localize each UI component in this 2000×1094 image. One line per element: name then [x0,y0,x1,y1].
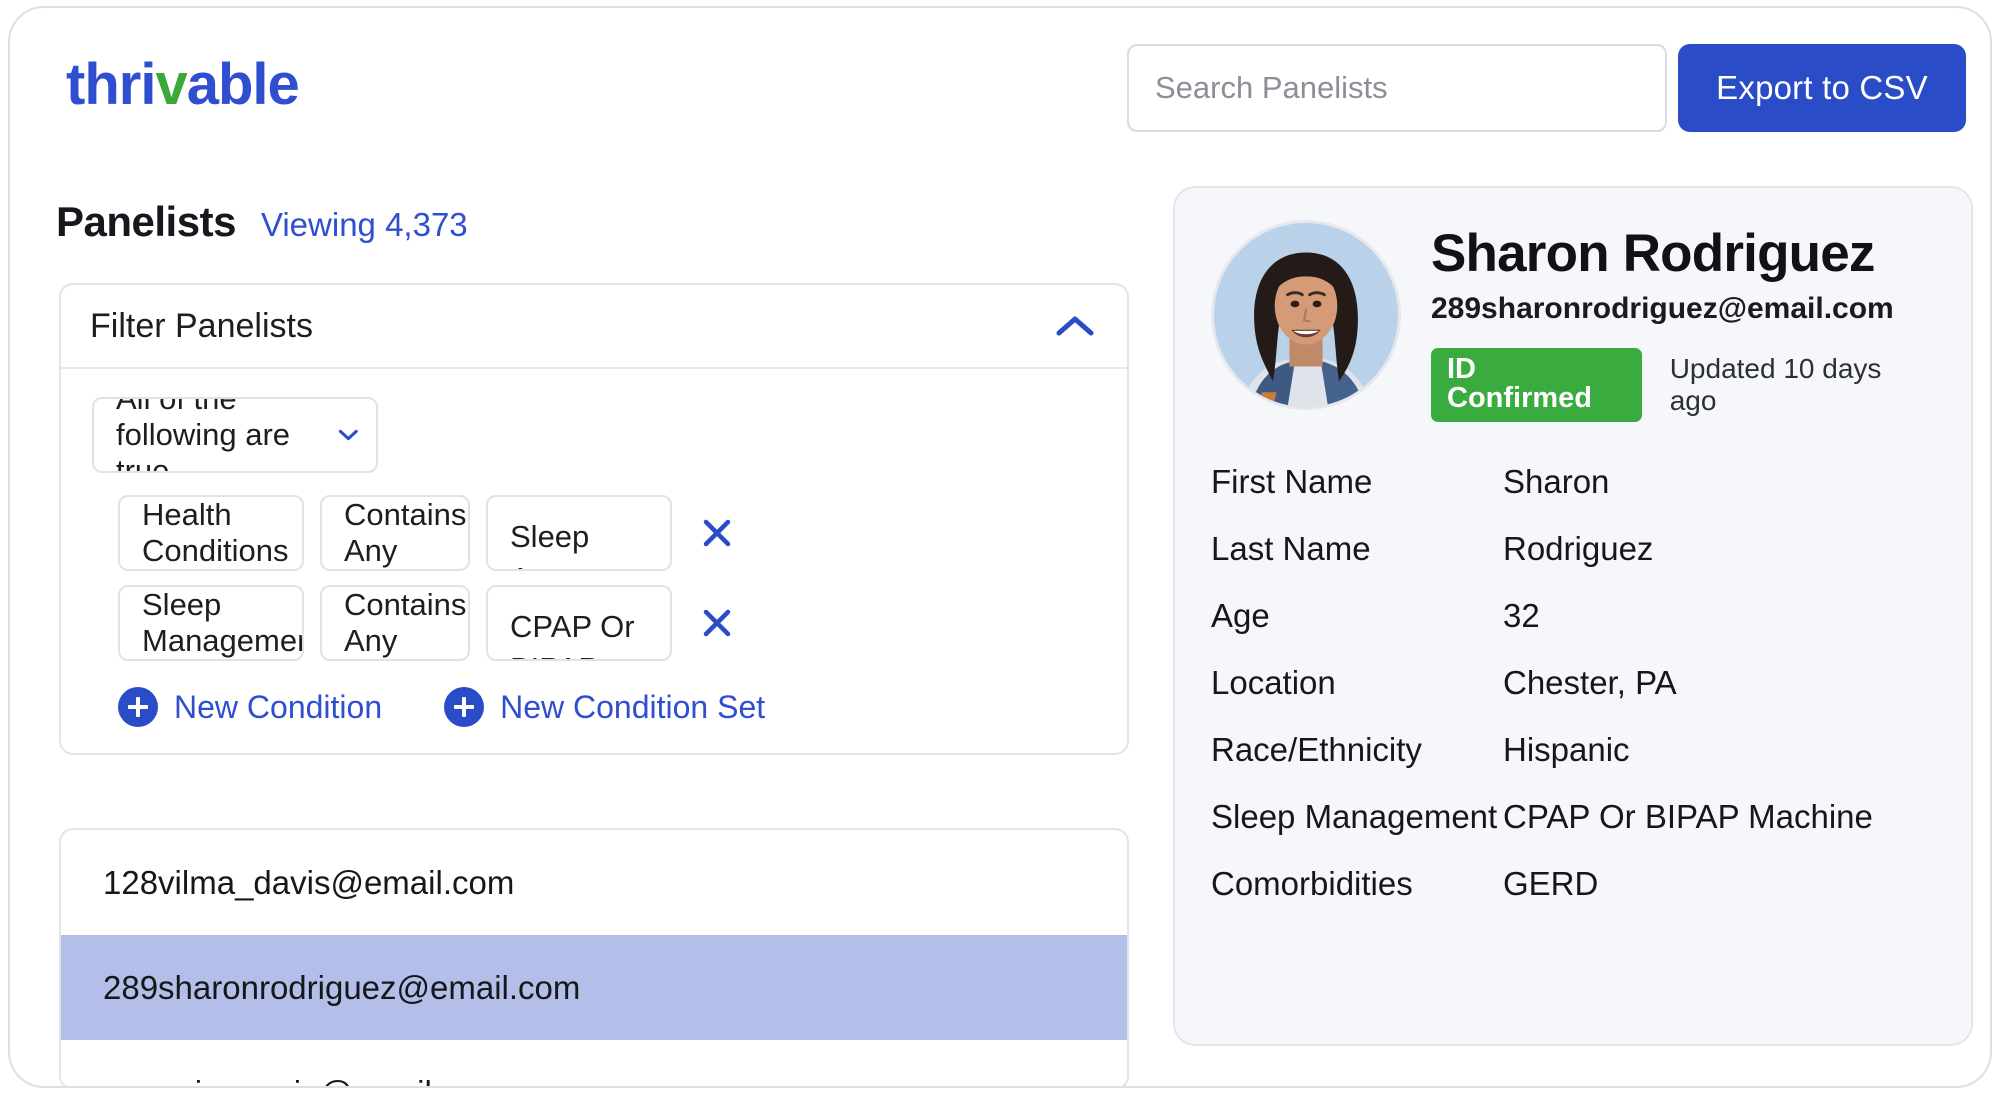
updated-timestamp: Updated 10 days ago [1669,353,1882,417]
logo-text-part1: thri [66,52,156,117]
detail-field-row: First Name Sharon [1211,463,1931,501]
detail-field-row: Comorbidities GERD [1211,864,1931,903]
field-value: 32 [1503,597,1540,635]
detail-field-row: Race/Ethnicity Hispanic [1211,730,1931,769]
list-item[interactable]: 128vilma_davis@email.com [61,830,1127,935]
field-value: Hispanic [1503,730,1630,768]
detail-header: Sharon Rodriguez 289sharonrodriguez@emai… [1211,220,1931,423]
panelist-list: 128vilma_davis@email.com 289sharonrodrig… [59,828,1129,1087]
filter-logic-select-value: All of the following are true [116,397,291,473]
condition-field-value: Sleep Management [142,587,302,658]
detail-field-row: Sleep Management CPAP Or BIPAP Machine [1211,797,1931,836]
field-label: Race/Ethnicity [1211,730,1422,768]
field-value: CPAP Or BIPAP Machine [1503,797,1873,835]
condition-field-select[interactable]: Health Conditions [118,495,304,571]
remove-condition-button[interactable] [694,495,740,571]
filter-condition-row: Sleep Management Contains Any CPAP Or BI… [92,585,1127,661]
field-value: GERD [1503,864,1599,902]
chevron-up-icon[interactable] [1053,304,1097,348]
thrivable-logo: thrivable [66,52,300,117]
search-input[interactable] [1127,44,1667,132]
field-label: Comorbidities [1211,864,1413,902]
condition-value-input[interactable]: CPAP Or BIPAP Machine [486,585,672,661]
condition-operator-select[interactable]: Contains Any [320,495,470,571]
export-to-csv-button[interactable]: Export to CSV [1678,44,1966,132]
filter-condition-row: Health Conditions Contains Any Sleep Apn… [92,495,1127,571]
condition-operator-select[interactable]: Contains Any [320,585,470,661]
field-label: Last Name [1211,530,1371,568]
person-email: 289sharonrodriguez@email.com [1431,292,1894,326]
close-icon [703,519,731,547]
field-label: Age [1211,597,1270,635]
field-value: Sharon [1503,463,1610,501]
detail-field-row: Last Name Rodriguez [1211,530,1931,568]
detail-field-row: Location Chester, PA [1211,664,1931,702]
detail-fields: First Name Sharon Last Name Rodriguez Ag… [1211,463,1931,903]
field-value: Chester, PA [1503,664,1677,702]
page-title: Panelists [56,198,236,245]
new-condition-button[interactable]: New Condition [118,687,382,727]
new-condition-label: New Condition [174,688,383,725]
list-item[interactable]: 289sharonrodriguez@email.com [61,935,1127,1040]
logo-text-part2: able [186,52,300,117]
status-row: ID Confirmed Updated 10 days ago [1431,348,1931,423]
plus-icon [118,687,158,727]
field-value: Rodriguez [1503,530,1654,568]
condition-field-select[interactable]: Sleep Management [118,585,304,661]
filter-logic-select[interactable]: All of the following are true [92,397,378,473]
detail-field-row: Age 32 [1211,597,1931,635]
logo-leaf-v-icon: v [155,52,187,117]
filter-panel-header[interactable]: Filter Panelists [61,285,1127,369]
viewing-count[interactable]: Viewing 4,373 [261,206,468,244]
new-condition-set-label: New Condition Set [500,688,766,725]
filter-panel: Filter Panelists All of the following ar… [59,283,1129,755]
detail-header-text: Sharon Rodriguez 289sharonrodriguez@emai… [1431,220,1931,423]
panelist-detail-panel: Sharon Rodriguez 289sharonrodriguez@emai… [1173,186,1973,1046]
condition-value-input[interactable]: Sleep Apnea [486,495,672,571]
field-label: Location [1211,664,1336,702]
status-badge: ID Confirmed [1431,348,1642,423]
filter-add-row: New Condition New Condition Set [92,687,1127,727]
chevron-down-icon [339,429,359,441]
close-icon [703,609,731,637]
field-label: Sleep Management [1211,797,1498,835]
plus-icon [444,687,485,727]
condition-operator-value: Contains Any [344,587,467,658]
filter-panel-body: All of the following are true Health Con… [61,369,1127,753]
condition-operator-value: Contains Any [344,497,467,568]
avatar [1211,220,1401,410]
person-name: Sharon Rodriguez [1431,224,1875,283]
filter-panel-title: Filter Panelists [90,306,313,345]
list-item[interactable]: anne_joymarie@email.com [61,1040,1127,1087]
field-label: First Name [1211,463,1373,501]
page-title-row: Panelists Viewing 4,373 [56,198,468,246]
condition-field-value: Health Conditions [142,497,289,568]
app-window: thrivable Export to CSV Panelists Viewin… [8,6,1992,1088]
new-condition-set-button[interactable]: New Condition Set [444,687,765,727]
remove-condition-button[interactable] [694,585,740,661]
